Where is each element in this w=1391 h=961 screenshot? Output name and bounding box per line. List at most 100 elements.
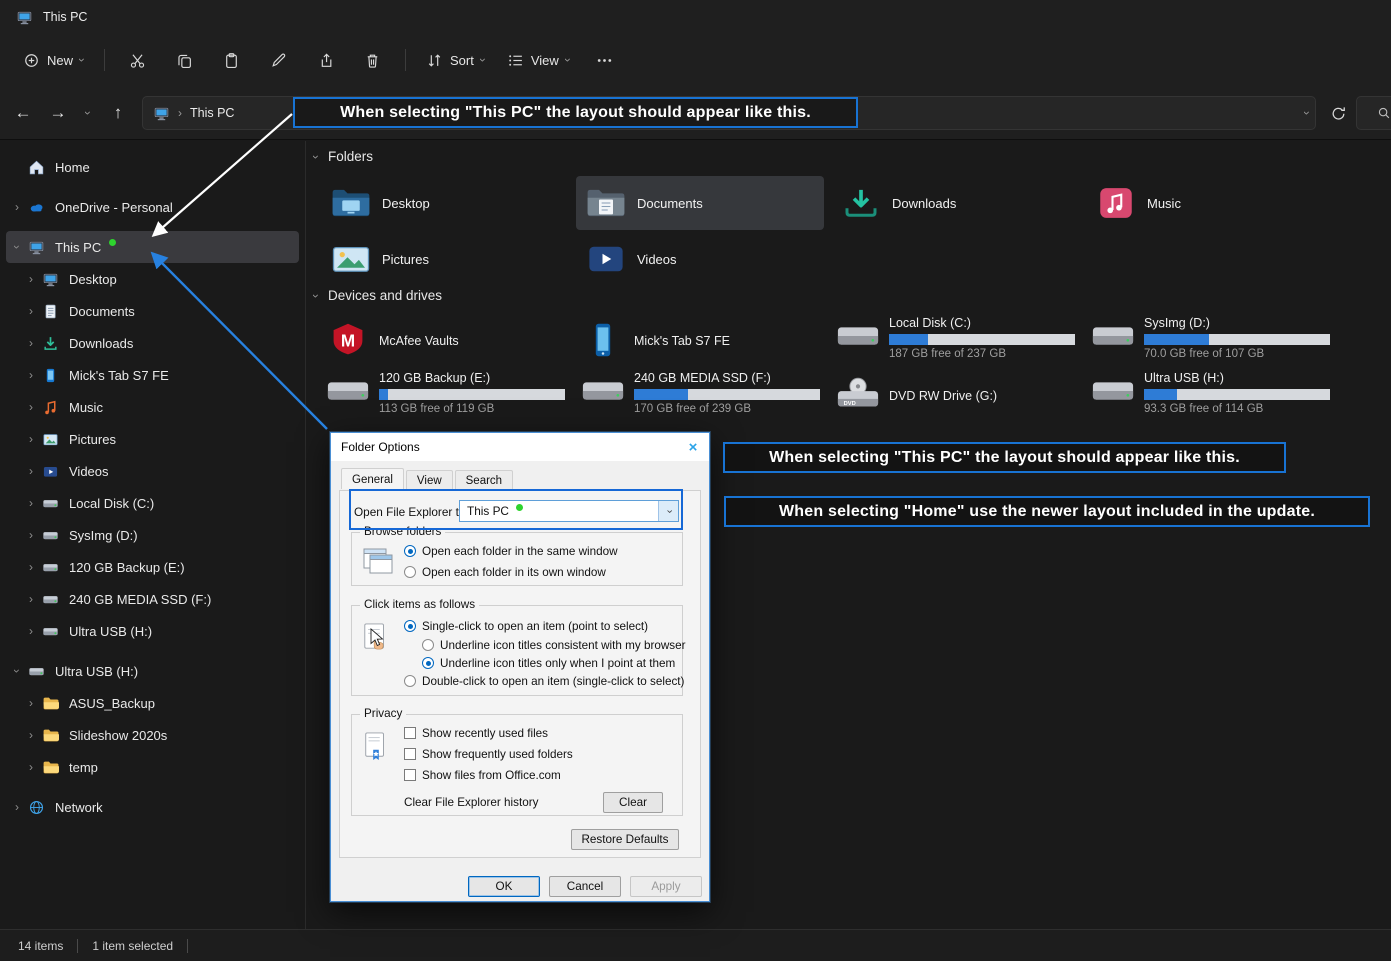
chevron-right-icon[interactable]: › — [20, 272, 42, 286]
drive-tile-mcafee-vaults[interactable]: McAfee Vaults — [321, 314, 569, 366]
folder-tile-downloads[interactable]: Downloads — [831, 176, 1079, 230]
tab-general[interactable]: General — [341, 468, 404, 489]
chevron-right-icon[interactable]: › — [6, 200, 28, 214]
folder-tile-videos[interactable]: Videos — [576, 232, 824, 286]
drive-tile-sysimg-d[interactable]: SysImg (D:) 70.0 GB free of 107 GB — [1086, 314, 1334, 366]
sidebar-item-documents[interactable]: › Documents — [6, 295, 299, 327]
chevron-right-icon[interactable]: › — [20, 696, 42, 710]
section-header-folders[interactable]: › Folders — [309, 149, 373, 164]
drive-tile-ultra-usb-h[interactable]: Ultra USB (H:) 93.3 GB free of 114 GB — [1086, 369, 1334, 421]
radio-own-window[interactable] — [404, 566, 416, 578]
sidebar-item-sysimg-d[interactable]: › SysImg (D:) — [6, 519, 299, 551]
paste-button[interactable] — [208, 43, 255, 77]
sort-button[interactable]: Sort › — [415, 43, 496, 77]
chevron-right-icon[interactable]: › — [6, 800, 28, 814]
chevron-right-icon[interactable]: › — [20, 624, 42, 638]
folder-tile-documents[interactable]: Documents — [576, 176, 824, 230]
tab-search[interactable]: Search — [454, 470, 514, 491]
chevron-expanded-icon[interactable]: › — [6, 664, 28, 678]
rename-button[interactable] — [255, 43, 302, 77]
radio-double-click[interactable] — [404, 675, 416, 687]
refresh-button[interactable] — [1322, 97, 1354, 129]
more-options-button[interactable] — [581, 43, 628, 77]
open-to-combobox[interactable]: This PC › — [459, 500, 679, 522]
sidebar-item-media-ssd-f[interactable]: › 240 GB MEDIA SSD (F:) — [6, 583, 299, 615]
chevron-right-icon[interactable]: › — [20, 560, 42, 574]
restore-defaults-button[interactable]: Restore Defaults — [571, 829, 679, 850]
sidebar-item-desktop[interactable]: › Desktop — [6, 263, 299, 295]
chevron-right-icon[interactable]: › — [20, 496, 42, 510]
up-button[interactable]: ↑ — [102, 97, 134, 129]
drive-tile-backup-e[interactable]: 120 GB Backup (E:) 113 GB free of 119 GB — [321, 369, 569, 421]
sidebar-item-local-disk-c[interactable]: › Local Disk (C:) — [6, 487, 299, 519]
sidebar-item-videos[interactable]: › Videos — [6, 455, 299, 487]
cut-button[interactable] — [114, 43, 161, 77]
chevron-right-icon[interactable]: › — [20, 728, 42, 742]
sidebar-item-home[interactable]: Home — [6, 151, 299, 183]
sidebar-item-ultra-usb-h[interactable]: › Ultra USB (H:) — [6, 615, 299, 647]
chevron-right-icon[interactable]: › — [20, 528, 42, 542]
share-button[interactable] — [302, 43, 349, 77]
sidebar-item-ultra-usb-h-pinned[interactable]: › Ultra USB (H:) — [6, 655, 299, 687]
checkbox-frequent-folders[interactable] — [404, 748, 416, 760]
sidebar-item-tablet[interactable]: › Mick's Tab S7 FE — [6, 359, 299, 391]
hard-drive-icon — [581, 373, 625, 409]
folder-tile-desktop[interactable]: Desktop — [321, 176, 569, 230]
radio-same-window[interactable] — [404, 545, 416, 557]
cancel-button[interactable]: Cancel — [549, 876, 621, 897]
dialog-titlebar[interactable]: Folder Options × — [331, 433, 709, 461]
chevron-right-icon[interactable]: › — [20, 400, 42, 414]
chevron-right-icon[interactable]: › — [20, 304, 42, 318]
chevron-right-icon[interactable]: › — [20, 368, 42, 382]
view-button[interactable]: View › — [496, 43, 581, 77]
checkbox-office-files[interactable] — [404, 769, 416, 781]
folder-tile-pictures[interactable]: Pictures — [321, 232, 569, 286]
drive-tile-media-ssd-f[interactable]: 240 GB MEDIA SSD (F:) 170 GB free of 239… — [576, 369, 824, 421]
delete-button[interactable] — [349, 43, 396, 77]
close-icon[interactable]: × — [677, 433, 709, 461]
drive-tile-dvd-g[interactable]: DVD RW Drive (G:) — [831, 369, 1079, 421]
drive-tile-local-disk-c[interactable]: Local Disk (C:) 187 GB free of 237 GB — [831, 314, 1079, 366]
breadcrumb-this-pc[interactable]: This PC — [190, 106, 234, 120]
apply-button[interactable]: Apply — [630, 876, 702, 897]
chevron-right-icon[interactable]: › — [20, 592, 42, 606]
forward-button[interactable]: → — [42, 97, 74, 129]
sidebar-item-downloads[interactable]: › Downloads — [6, 327, 299, 359]
titlebar[interactable]: This PC — [0, 0, 1391, 34]
radio-single-click[interactable] — [404, 620, 416, 632]
sidebar-item-backup-e[interactable]: › 120 GB Backup (E:) — [6, 551, 299, 583]
sidebar-item-music[interactable]: › Music — [6, 391, 299, 423]
sidebar-item-this-pc[interactable]: › This PC — [6, 231, 299, 263]
sidebar-item-temp[interactable]: › temp — [6, 751, 299, 783]
back-button[interactable]: ← — [7, 97, 39, 129]
radio-underline-browser[interactable] — [422, 639, 434, 651]
checkbox-recent-files[interactable] — [404, 727, 416, 739]
chevron-expanded-icon[interactable]: › — [6, 240, 28, 254]
tab-view[interactable]: View — [405, 470, 453, 491]
sidebar-item-label: temp — [69, 759, 98, 775]
sidebar-item-network[interactable]: › Network — [6, 791, 299, 823]
chevron-right-icon[interactable]: › — [20, 432, 42, 446]
sidebar-item-pictures[interactable]: › Pictures — [6, 423, 299, 455]
search-box[interactable] — [1356, 96, 1391, 130]
option-label: Show files from Office.com — [422, 768, 561, 782]
folder-tile-music[interactable]: Music — [1086, 176, 1334, 230]
chevron-right-icon[interactable]: › — [20, 760, 42, 774]
clear-button[interactable]: Clear — [603, 792, 663, 813]
sidebar-item-onedrive[interactable]: › OneDrive - Personal — [6, 191, 299, 223]
drive-tile-tablet[interactable]: Mick's Tab S7 FE — [576, 314, 824, 366]
sidebar-item-slideshow[interactable]: › Slideshow 2020s — [6, 719, 299, 751]
chevron-right-icon[interactable]: › — [20, 464, 42, 478]
new-button[interactable]: New › — [12, 43, 95, 77]
address-dropdown-icon[interactable]: › — [1300, 104, 1314, 122]
navigation-pane: Home › OneDrive - Personal › This PC › D… — [0, 141, 305, 929]
copy-button[interactable] — [161, 43, 208, 77]
recent-locations-button[interactable]: › — [76, 97, 100, 129]
combobox-dropdown-button[interactable]: › — [658, 501, 678, 521]
radio-underline-point[interactable] — [422, 657, 434, 669]
ok-button[interactable]: OK — [468, 876, 540, 897]
chevron-right-icon[interactable]: › — [20, 336, 42, 350]
combobox-value: This PC — [467, 504, 509, 518]
section-header-devices[interactable]: › Devices and drives — [309, 288, 442, 303]
sidebar-item-asus-backup[interactable]: › ASUS_Backup — [6, 687, 299, 719]
